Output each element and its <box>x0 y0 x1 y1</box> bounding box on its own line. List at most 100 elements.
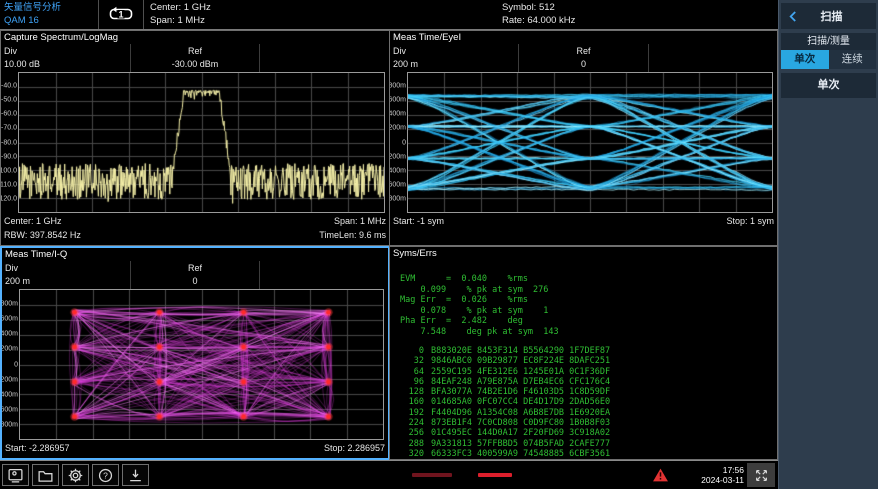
footer-rbw[interactable]: RBW: 397.8542 Hz <box>4 228 81 242</box>
iq-plot-box[interactable] <box>19 289 384 440</box>
toolbar: ? <box>2 464 149 486</box>
modulation-label[interactable]: QAM 16 <box>4 14 92 27</box>
y-axis-tick-label: 200m <box>390 125 406 132</box>
y-axis-tick-label: 200m <box>2 346 18 353</box>
panel-syms-errs[interactable]: Syms/Errs EVM = 0.040 %rms 0.099 % pk at… <box>389 246 778 460</box>
footer-timelen[interactable]: TimeLen: 9.6 ms <box>319 228 386 242</box>
ref-value: 0 <box>134 275 256 288</box>
syms-stat-line: Pha Err = 2.482 deg <box>400 316 777 327</box>
eye-trace-canvas <box>408 73 772 212</box>
eye-plot: 800m600m400m200m0-200m-400m-600m-800m <box>390 72 777 213</box>
div-readout[interactable]: Div 10.00 dB <box>1 44 130 72</box>
toggle-option-single[interactable]: 单次 <box>781 50 829 69</box>
ref-readout[interactable]: Ref 0 <box>130 261 259 289</box>
ref-readout[interactable]: Ref -30.00 dBm <box>130 44 260 72</box>
y-axis-tick-label: -70.0 <box>1 125 17 132</box>
ref-label: Ref <box>134 45 257 58</box>
y-axis-tick-label: -200m <box>390 153 406 160</box>
bottom-status-bar: ? 17:56 2024-03-11 <box>0 460 778 489</box>
symbol-hex-row: 9684EAF248 A79E875A D7EB4EC6 CFC176C4 <box>400 377 777 387</box>
app-title: 矢量信号分析 <box>4 1 92 14</box>
help-button[interactable]: ? <box>92 464 119 486</box>
footer-span[interactable]: Span: 1 MHz <box>334 214 386 228</box>
right-menu-panel: 扫描 扫描/测量 单次 连续 单次 <box>778 0 878 489</box>
time-readout: 17:56 <box>701 465 744 475</box>
div-value: 200 m <box>393 58 515 71</box>
help-icon: ? <box>97 467 114 484</box>
center-frequency-readout[interactable]: Center: 1 GHz <box>150 1 490 14</box>
settings-button[interactable] <box>62 464 89 486</box>
error-stats-block: EVM = 0.040 %rms 0.099 % pk at sym 276Ma… <box>400 274 777 337</box>
div-label: Div <box>393 45 515 58</box>
symbol-hex-row: 160014685A0 0FC07CC4 DE4D17D9 2DAD56E0 <box>400 397 777 407</box>
single-sweep-button[interactable]: 单次 <box>781 73 876 98</box>
footer-stop[interactable]: Stop: 1 sym <box>726 214 774 228</box>
panel-capture-spectrum[interactable]: Capture Spectrum/LogMag Div 10.00 dB Ref… <box>0 30 390 246</box>
layout-expand-button[interactable] <box>747 463 775 487</box>
eye-y-axis: 800m600m400m200m0-200m-400m-600m-800m <box>390 72 407 213</box>
spectrum-y-axis: -40.0-50.0-60.0-70.0-80.0-90.0-100.0-110… <box>1 72 18 213</box>
divref-spacer <box>648 44 777 72</box>
footer-stop[interactable]: Stop: 2.286957 <box>324 441 385 455</box>
warning-indicator[interactable] <box>652 467 669 483</box>
frequency-block: Center: 1 GHz Span: 1 MHz <box>144 0 496 29</box>
warning-icon <box>652 467 669 483</box>
span-readout[interactable]: Span: 1 MHz <box>150 14 490 27</box>
spectrum-plot-box[interactable] <box>18 72 385 213</box>
panel-title: Meas Time/I-Q <box>2 248 388 261</box>
footer-start[interactable]: Start: -2.286957 <box>5 441 70 455</box>
symbol-rate-readout[interactable]: Rate: 64.000 kHz <box>502 14 575 27</box>
symbol-table: 0B883020E 8453F314 B5564290 1F7DEF873298… <box>400 346 777 459</box>
panel-title: Meas Time/EyeI <box>390 31 777 44</box>
symbol-count-readout[interactable]: Symbol: 512 <box>502 1 575 14</box>
save-download-icon <box>127 467 144 484</box>
screenshot-icon <box>7 467 24 484</box>
toggle-option-continuous[interactable]: 连续 <box>829 50 877 69</box>
eye-footer: Start: -1 sym Stop: 1 sym <box>390 213 777 245</box>
y-axis-tick-label: -90.0 <box>1 153 17 160</box>
y-axis-tick-label: -40.0 <box>1 83 17 90</box>
y-axis-tick-label: -600m <box>2 406 18 413</box>
footer-center[interactable]: Center: 1 GHz <box>4 214 62 228</box>
symbol-hex-row: 128BFA3077A 74B2E1D6 F46103D5 1C8D59DF <box>400 387 777 397</box>
panel-eye-diagram[interactable]: Meas Time/EyeI Div 200 m Ref 0 800m600m4… <box>389 30 778 246</box>
symbol-hex-row: 329846ABC0 09B29877 EC8F224E 8DAFC251 <box>400 356 777 366</box>
menu-header[interactable]: 扫描 <box>781 3 876 29</box>
app-title-block: 矢量信号分析 QAM 16 <box>0 0 98 29</box>
symbol-hex-row: 32066333FC3 400599A9 74548885 6CBF3561 <box>400 449 777 459</box>
panel-iq-constellation[interactable]: Meas Time/I-Q Div 200 m Ref 0 800m600m40… <box>0 246 390 460</box>
svg-text:?: ? <box>103 470 108 480</box>
ref-readout[interactable]: Ref 0 <box>518 44 647 72</box>
date-readout: 2024-03-11 <box>701 475 744 485</box>
y-axis-tick-label: -50.0 <box>1 97 17 104</box>
spectrum-footer: Center: 1 GHz Span: 1 MHz RBW: 397.8542 … <box>1 213 389 245</box>
menu-title: 扫描 <box>803 8 860 24</box>
ref-label: Ref <box>134 262 256 275</box>
y-axis-tick-label: -100.0 <box>1 167 17 174</box>
syms-stat-line: 0.078 % pk at sym 1 <box>400 306 777 317</box>
gear-icon <box>67 467 84 484</box>
eye-plot-box[interactable] <box>407 72 773 213</box>
file-browser-button[interactable] <box>32 464 59 486</box>
save-button[interactable] <box>122 464 149 486</box>
symbol-hex-row: 25601C495EC 144D0A17 2F20FD69 3C918A02 <box>400 428 777 438</box>
div-readout[interactable]: Div 200 m <box>390 44 518 72</box>
y-axis-tick-label: 0 <box>14 361 18 368</box>
iq-y-axis: 800m600m400m200m0-200m-400m-600m-800m <box>2 289 19 440</box>
single-sweep-loop-icon[interactable]: 1 <box>98 0 144 29</box>
screenshot-button[interactable] <box>2 464 29 486</box>
sweep-mode-toggle: 单次 连续 <box>781 50 876 69</box>
div-readout[interactable]: Div 200 m <box>2 261 130 289</box>
div-value: 10.00 dB <box>4 58 127 71</box>
clock-display[interactable]: 17:56 2024-03-11 <box>701 465 744 485</box>
folder-icon <box>37 467 54 484</box>
y-axis-tick-label: 800m <box>2 301 18 308</box>
y-axis-tick-label: -80.0 <box>1 139 17 146</box>
back-chevron-icon[interactable] <box>788 10 797 23</box>
vsa-application-window: 矢量信号分析 QAM 16 1 Center: 1 GHz Span: 1 MH… <box>0 0 878 489</box>
spectrum-plot: -40.0-50.0-60.0-70.0-80.0-90.0-100.0-110… <box>1 72 389 213</box>
svg-text:1: 1 <box>118 10 123 20</box>
footer-start[interactable]: Start: -1 sym <box>393 214 444 228</box>
div-value: 200 m <box>5 275 127 288</box>
div-ref-row: Div 200 m Ref 0 <box>390 44 777 72</box>
